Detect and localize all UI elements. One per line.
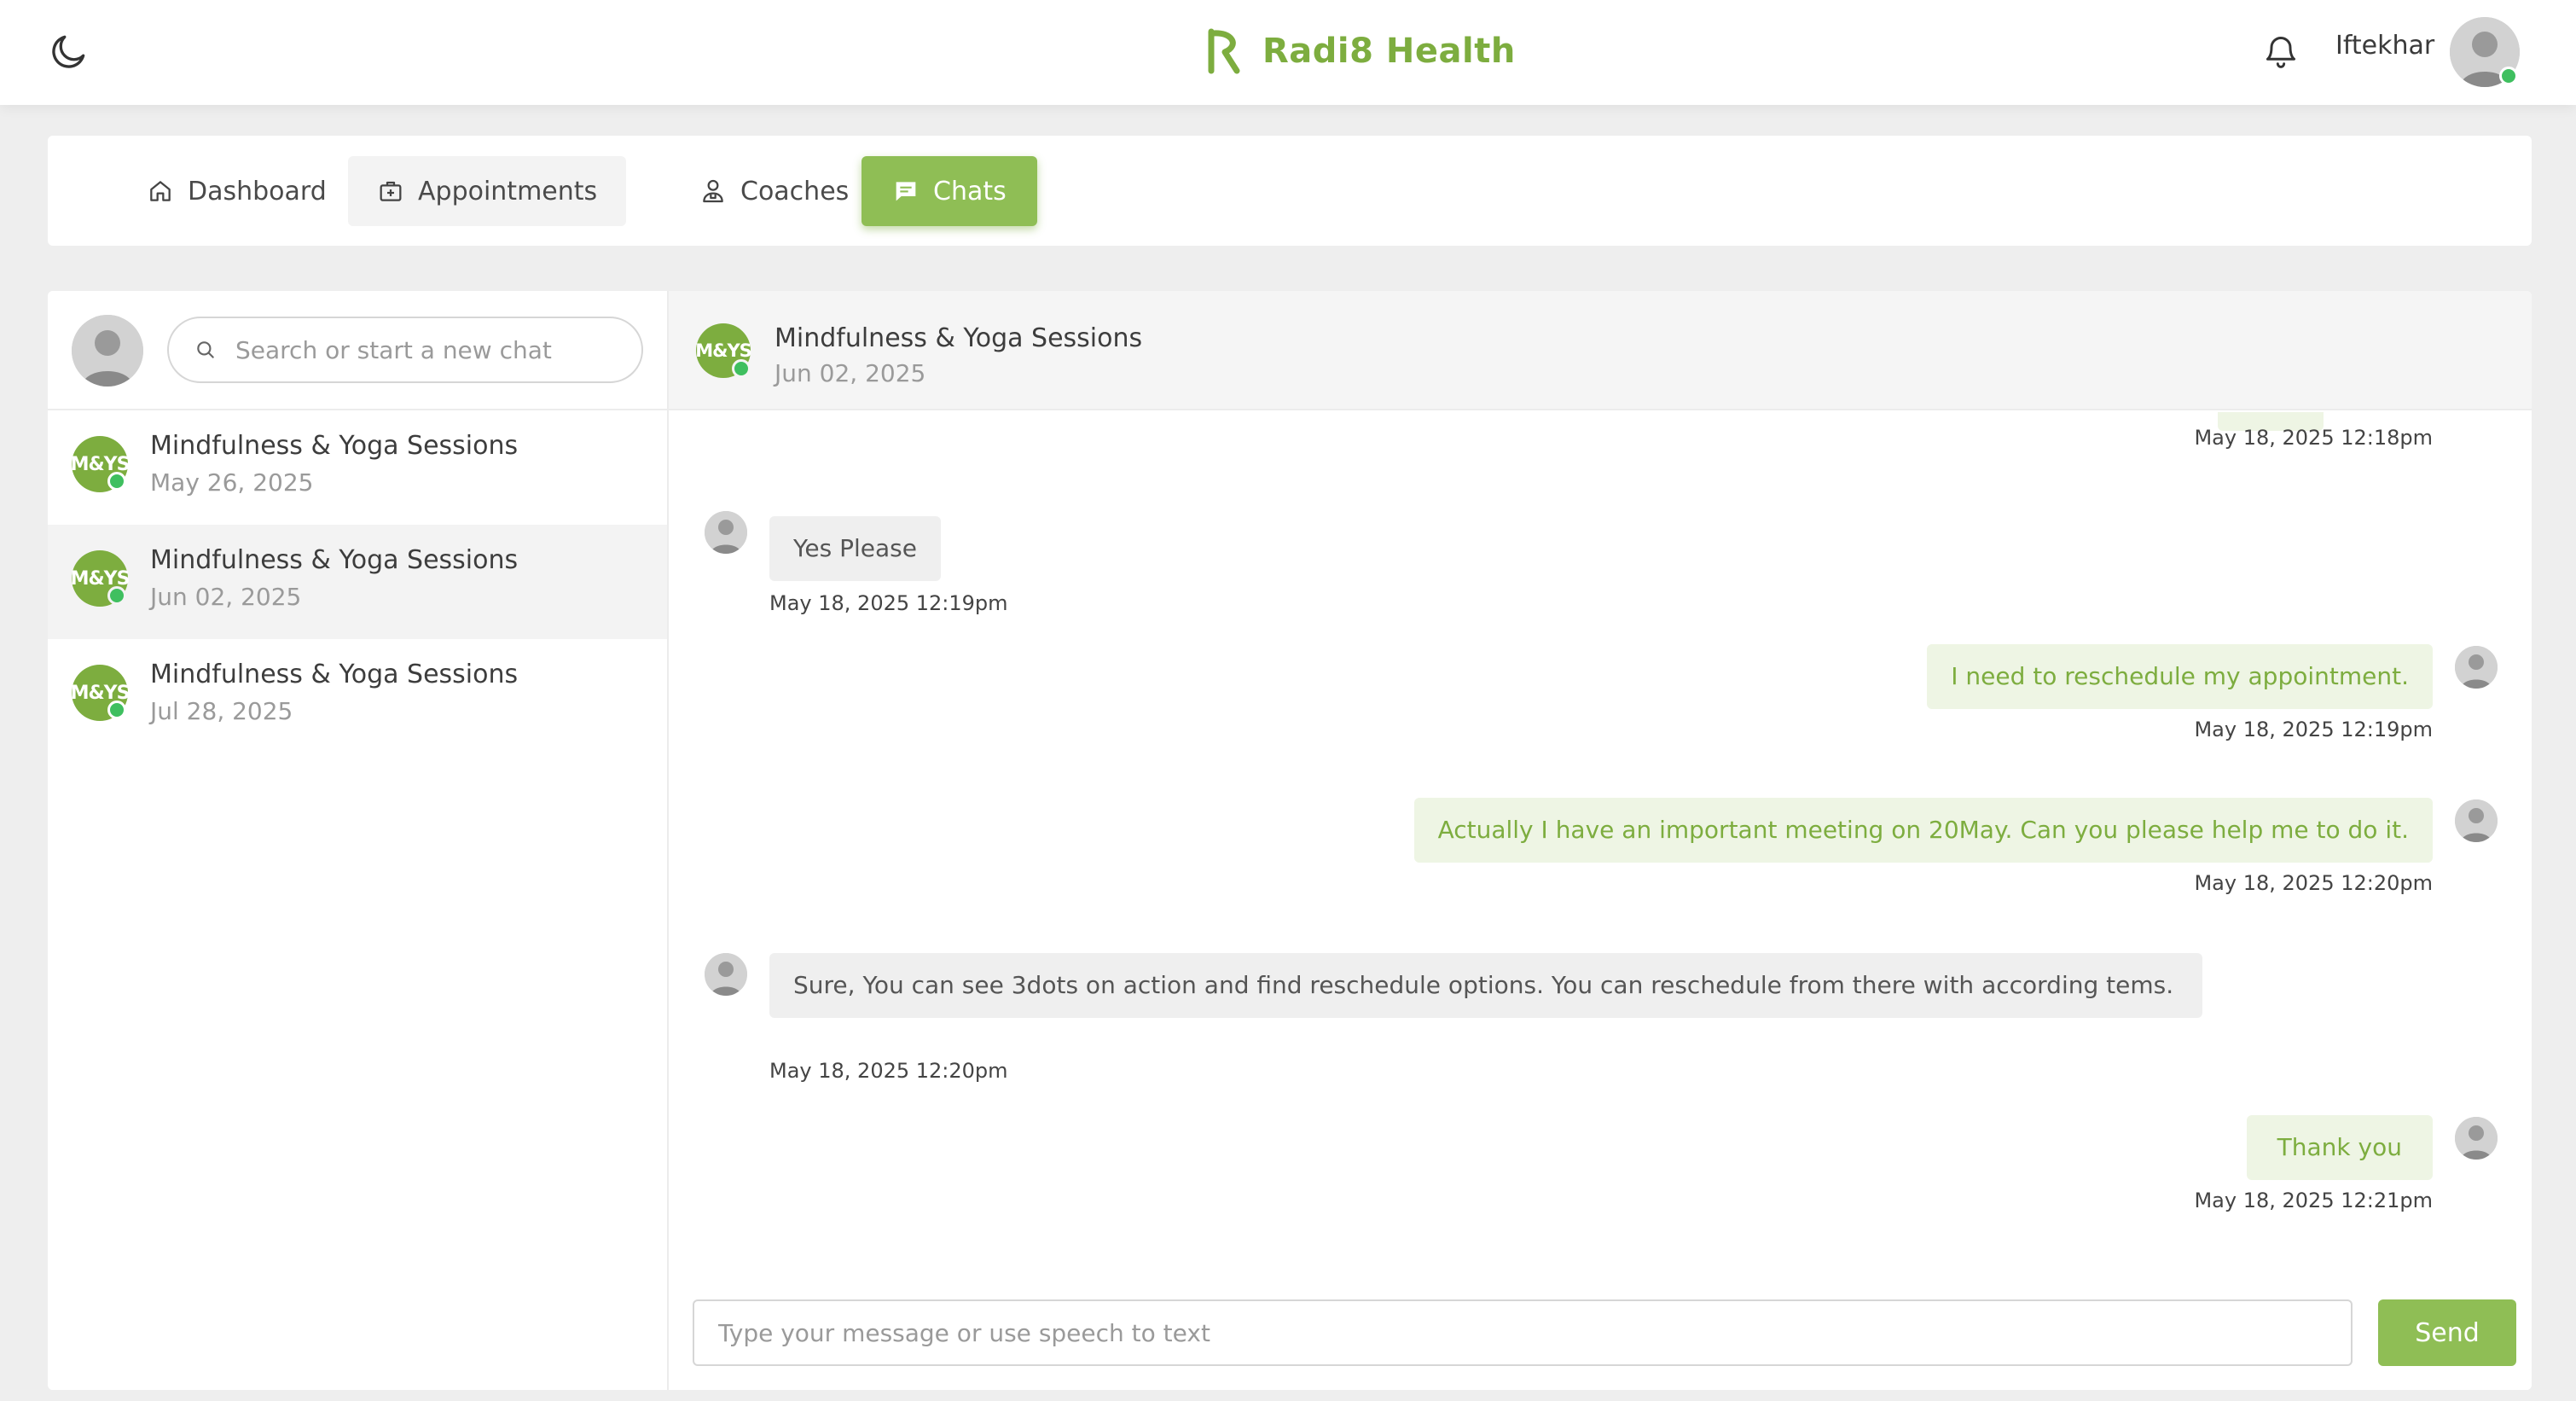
tab-chats[interactable]: Chats (862, 156, 1037, 226)
sidebar-header (48, 291, 667, 410)
conversation-title: Mindfulness & Yoga Sessions (150, 431, 519, 461)
tab-dashboard[interactable]: Dashboard (121, 156, 352, 226)
message-time: May 18, 2025 12:21pm (2194, 1189, 2433, 1212)
tab-label: Appointments (418, 176, 598, 206)
message-composer: Send (669, 1274, 2532, 1390)
brand-name: Radi8 Health (1262, 32, 1516, 71)
conversation-date: Jul 28, 2025 (150, 697, 293, 725)
message-time: May 18, 2025 12:20pm (769, 1059, 1008, 1083)
brand[interactable]: Radi8 Health (1206, 26, 1516, 77)
message-time: May 18, 2025 12:19pm (2194, 718, 2433, 741)
conversation-item[interactable]: M&YS Mindfulness & Yoga Sessions Jul 28,… (48, 639, 667, 753)
medical-bag-icon (380, 181, 402, 201)
avatar (2455, 799, 2498, 842)
message-time: May 18, 2025 12:18pm (2194, 426, 2433, 450)
message-input[interactable] (693, 1299, 2353, 1366)
bell-icon[interactable] (2262, 32, 2300, 72)
online-indicator (2499, 67, 2518, 85)
chat-panel: M&YS Mindfulness & Yoga Sessions May 26,… (48, 291, 2532, 1390)
message-bubble-outgoing: Actually I have an important meeting on … (1413, 798, 2433, 863)
avatar (2455, 1117, 2498, 1160)
tab-appointments[interactable]: Appointments (348, 156, 627, 226)
conversation-sidebar: M&YS Mindfulness & Yoga Sessions May 26,… (48, 291, 669, 1390)
online-indicator (107, 472, 126, 491)
chat-window: M&YS Mindfulness & Yoga Sessions Jun 02,… (669, 291, 2532, 1390)
main-nav: Dashboard Appointments Coaches Chats (48, 136, 2532, 246)
chat-header: M&YS Mindfulness & Yoga Sessions Jun 02,… (669, 291, 2532, 410)
message-bubble-incoming: Sure, You can see 3dots on action and fi… (769, 953, 2202, 1018)
message-time: May 18, 2025 12:20pm (2194, 871, 2433, 895)
message-bubble-outgoing: Thank you (2246, 1115, 2433, 1180)
avatar (705, 511, 747, 554)
conversation-title: Mindfulness & Yoga Sessions (150, 545, 519, 575)
home-icon (150, 181, 171, 201)
top-header: Radi8 Health Iftekhar (0, 0, 2576, 105)
user-name[interactable]: Iftekhar (2335, 31, 2434, 61)
message-list[interactable]: May 18, 2025 12:18pm Yes Please May 18, … (669, 412, 2532, 1274)
chat-date: Jun 02, 2025 (775, 359, 926, 387)
search-box[interactable] (167, 317, 643, 383)
conversation-item[interactable]: M&YS Mindfulness & Yoga Sessions May 26,… (48, 410, 667, 525)
conversation-item-selected[interactable]: M&YS Mindfulness & Yoga Sessions Jun 02,… (48, 525, 667, 639)
conversation-date: May 26, 2025 (150, 468, 314, 497)
message-bubble-outgoing: I need to reschedule my appointment. (1927, 644, 2433, 709)
tab-label: Chats (933, 176, 1007, 206)
tab-label: Dashboard (188, 176, 327, 206)
chat-icon (896, 182, 916, 201)
avatar[interactable] (72, 315, 143, 387)
avatar (2455, 646, 2498, 689)
tab-label: Coaches (740, 176, 850, 206)
conversation-date: Jun 02, 2025 (150, 583, 302, 611)
online-indicator (107, 700, 126, 719)
avatar (705, 953, 747, 996)
doctor-icon (703, 179, 723, 203)
search-input[interactable] (235, 335, 611, 364)
tab-coaches[interactable]: Coaches (670, 156, 878, 226)
message-time: May 18, 2025 12:19pm (769, 591, 1008, 615)
send-button[interactable]: Send (2378, 1299, 2516, 1366)
online-indicator (107, 586, 126, 605)
search-icon (197, 341, 214, 358)
brand-logo-icon (1208, 28, 1240, 74)
chat-title: Mindfulness & Yoga Sessions (775, 323, 1143, 353)
moon-icon[interactable] (48, 30, 90, 73)
conversation-title: Mindfulness & Yoga Sessions (150, 660, 519, 689)
message-bubble-incoming: Yes Please (769, 516, 941, 581)
online-indicator (732, 359, 751, 378)
